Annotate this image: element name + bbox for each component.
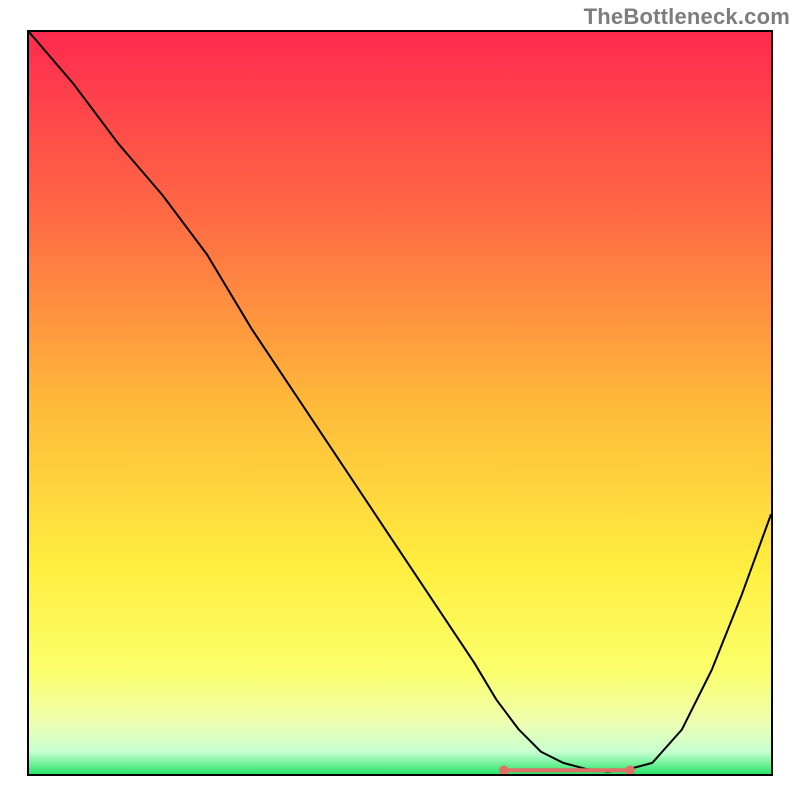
chart-svg [29, 32, 771, 774]
chart-stage: TheBottleneck.com [0, 0, 800, 800]
plot-frame [27, 30, 773, 776]
watermark-label: TheBottleneck.com [584, 4, 790, 30]
gradient-background [29, 32, 771, 774]
